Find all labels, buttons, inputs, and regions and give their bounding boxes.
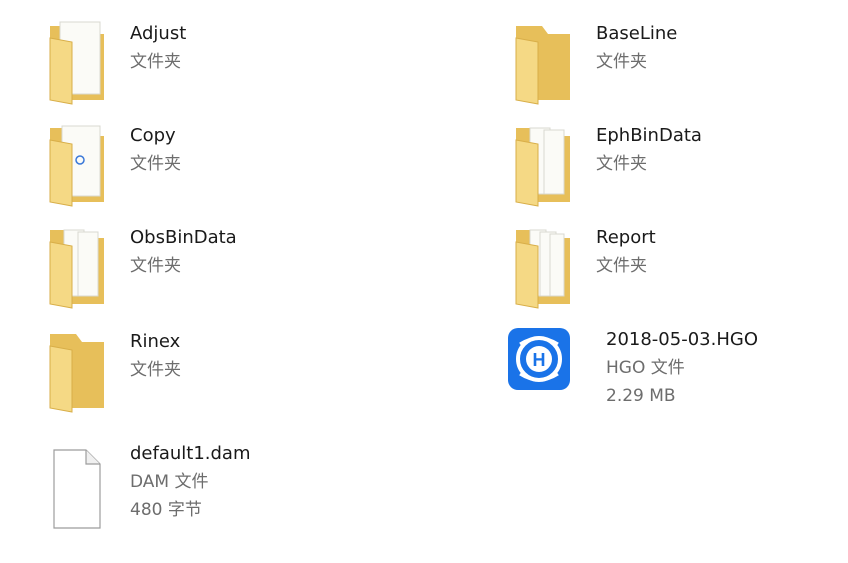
file-name: 2018-05-03.HGO [606, 329, 758, 350]
file-name: ObsBinData [130, 227, 237, 248]
folder-item-baseline[interactable]: BaseLine 文件夹 [508, 18, 677, 118]
file-type: HGO 文件 [606, 358, 685, 378]
folder-icon [508, 18, 578, 118]
file-name: Rinex [130, 331, 181, 352]
folder-item-adjust[interactable]: Adjust 文件夹 [42, 18, 186, 118]
file-type: 文件夹 [596, 52, 647, 72]
folder-item-rinex[interactable]: Rinex 文件夹 [42, 326, 181, 426]
file-list-pane: Adjust 文件夹 BaseLine 文件夹 Copy 文件夹 EphBinD… [0, 0, 848, 563]
file-name: Copy [130, 125, 176, 146]
blank-file-icon [42, 440, 112, 540]
folder-item-report[interactable]: Report 文件夹 [508, 222, 656, 322]
file-type: 文件夹 [130, 360, 181, 380]
folder-icon [42, 18, 112, 118]
folder-item-ephbindata[interactable]: EphBinData 文件夹 [508, 120, 702, 220]
folder-icon [42, 222, 112, 322]
file-type: DAM 文件 [130, 472, 209, 492]
folder-item-obsbindata[interactable]: ObsBinData 文件夹 [42, 222, 237, 322]
folder-icon [508, 120, 578, 220]
file-type: 文件夹 [130, 52, 181, 72]
file-item-hgo[interactable]: H 2018-05-03.HGO HGO 文件 2.29 MB [508, 326, 758, 426]
file-name: Adjust [130, 23, 187, 44]
folder-icon [42, 120, 112, 220]
file-type: 文件夹 [130, 154, 181, 174]
svg-text:H: H [533, 350, 546, 370]
file-type: 文件夹 [596, 256, 647, 276]
file-item-default1-dam[interactable]: default1.dam DAM 文件 480 字节 [42, 440, 251, 540]
folder-icon [508, 222, 578, 322]
folder-item-copy[interactable]: Copy 文件夹 [42, 120, 181, 220]
file-name: Report [596, 227, 656, 248]
file-size: 2.29 MB [606, 386, 676, 406]
file-size: 480 字节 [130, 500, 202, 520]
file-type: 文件夹 [130, 256, 181, 276]
file-name: BaseLine [596, 23, 678, 44]
file-name: default1.dam [130, 443, 251, 464]
folder-icon [42, 326, 112, 426]
hgo-app-icon: H [508, 326, 578, 426]
file-type: 文件夹 [596, 154, 647, 174]
file-name: EphBinData [596, 125, 702, 146]
